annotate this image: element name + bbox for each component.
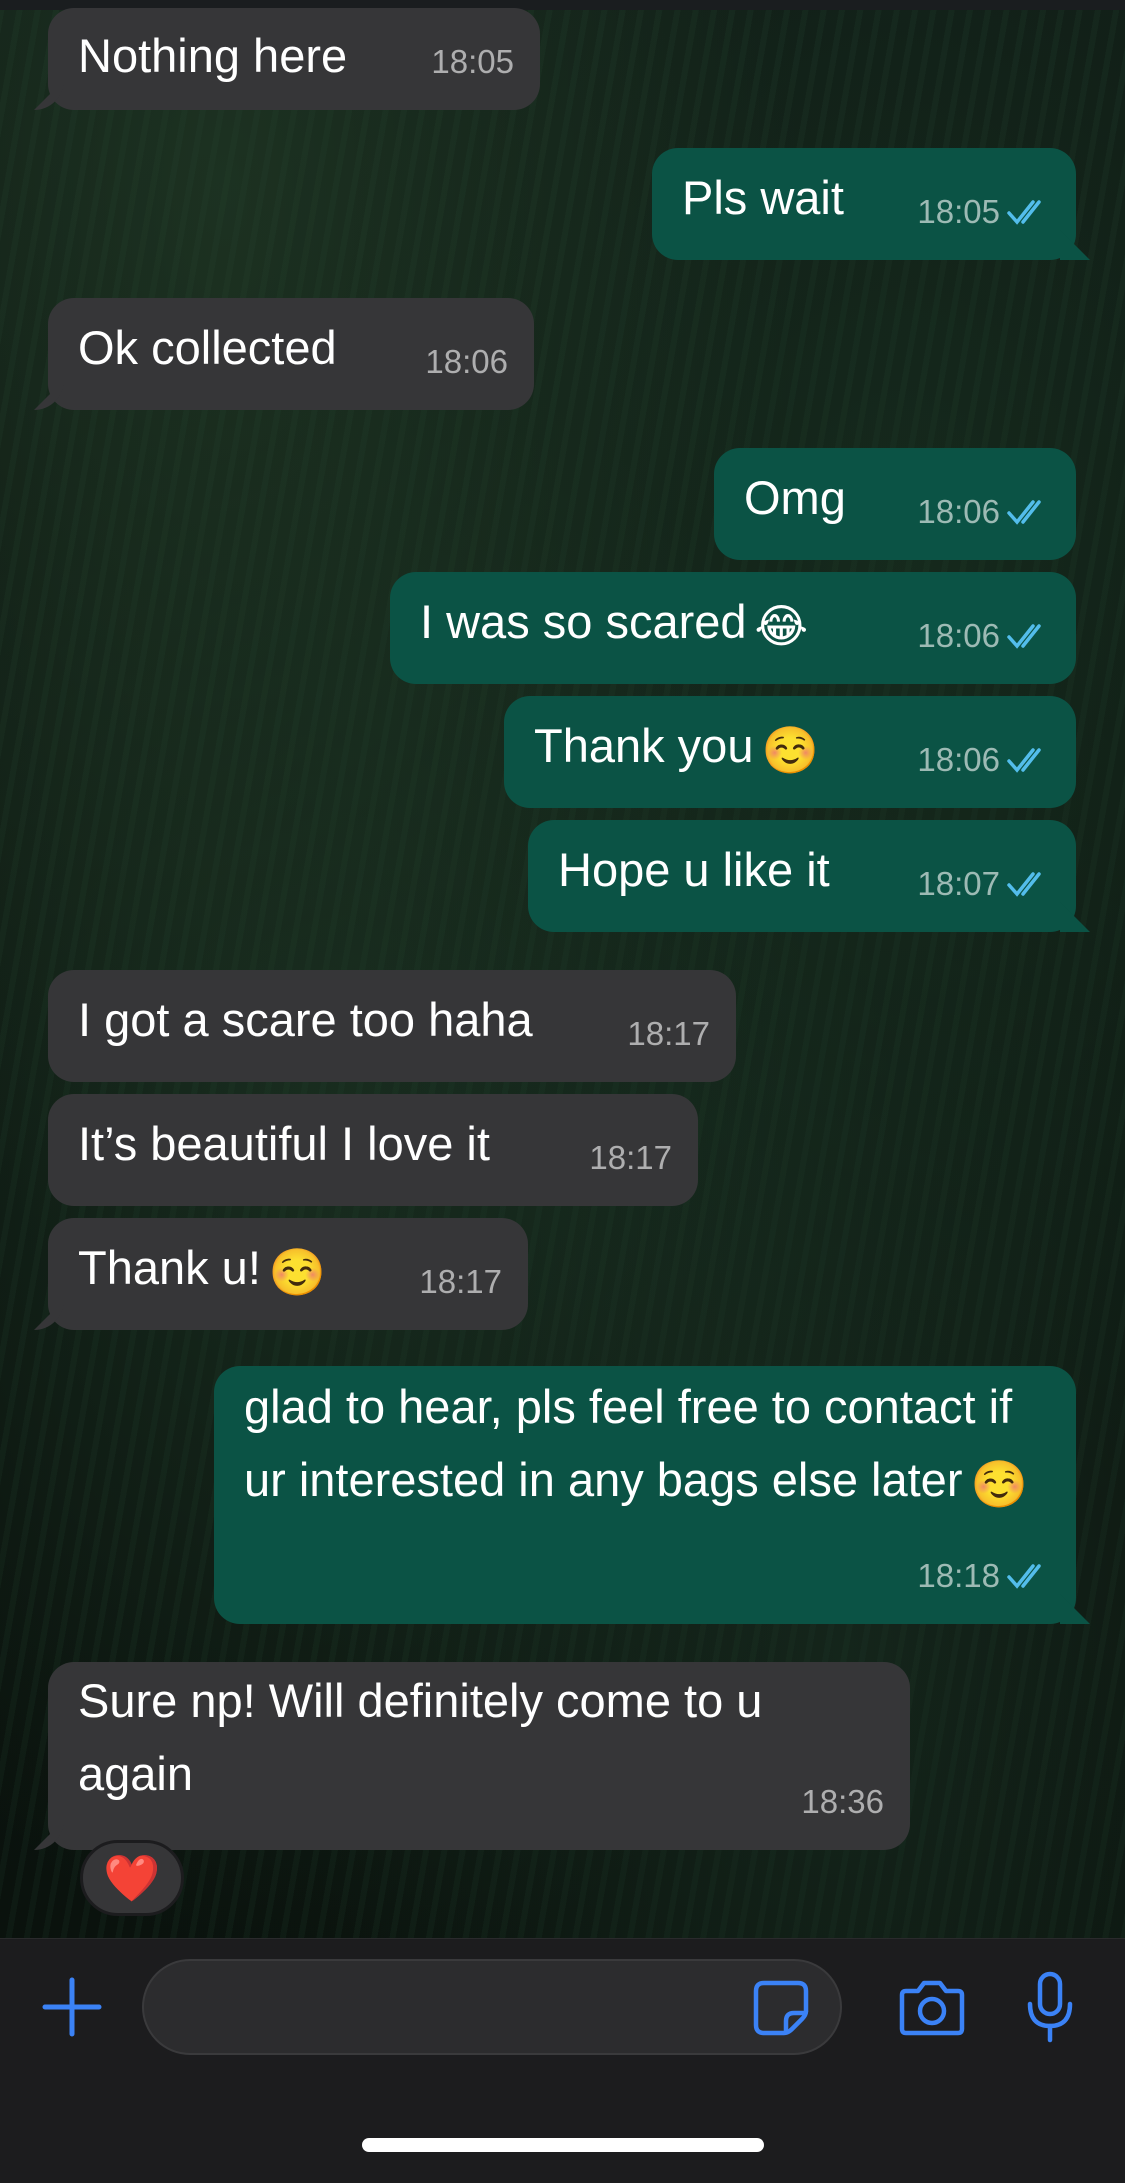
message-time: 18:18: [917, 1540, 1052, 1612]
plus-icon: [42, 1977, 102, 2037]
attach-button[interactable]: [36, 1969, 108, 2045]
microphone-button[interactable]: [1014, 1965, 1086, 2049]
sticker-button[interactable]: [746, 1975, 816, 2041]
message-time: 18:06: [917, 600, 1052, 672]
camera-button[interactable]: [896, 1969, 968, 2045]
message-outgoing[interactable]: glad to hear, pls feel free to contact i…: [214, 1366, 1076, 1624]
message-input[interactable]: [142, 1959, 842, 2055]
message-time: 18:36: [801, 1783, 884, 1820]
message-outgoing[interactable]: Omg 18:06: [714, 448, 1076, 560]
message-time: 18:06: [917, 476, 1052, 548]
read-ticks-icon: [1007, 500, 1041, 525]
laughing-emoji-icon: 😂: [754, 600, 809, 652]
message-text: Sure np! Will definitely come to u again: [78, 1674, 763, 1800]
message-incoming[interactable]: I got a scare too haha 18:17: [48, 970, 736, 1082]
microphone-icon: [1027, 1971, 1073, 2043]
message-incoming[interactable]: Ok collected 18:06: [48, 298, 534, 410]
message-outgoing[interactable]: Hope u like it 18:07: [528, 820, 1076, 932]
home-indicator[interactable]: [362, 2138, 764, 2152]
message-incoming[interactable]: Thank u! ☺️ 18:17: [48, 1218, 528, 1330]
message-incoming[interactable]: It’s beautiful I love it 18:17: [48, 1094, 698, 1206]
message-incoming[interactable]: Sure np! Will definitely come to u again…: [48, 1662, 910, 1850]
read-ticks-icon: [1007, 1564, 1041, 1589]
message-time: 18:17: [627, 1015, 710, 1052]
smiling-emoji-icon: ☺️: [970, 1458, 1028, 1510]
message-time: 18:06: [917, 724, 1052, 796]
message-outgoing[interactable]: Thank you ☺️ 18:06: [504, 696, 1076, 808]
message-time: 18:06: [425, 343, 508, 380]
message-time: 18:05: [917, 176, 1052, 248]
message-time: 18:17: [589, 1139, 672, 1176]
smiling-emoji-icon: ☺️: [268, 1246, 327, 1298]
sticker-icon: [753, 1980, 809, 2036]
message-text: glad to hear, pls feel free to contact i…: [244, 1380, 1028, 1510]
message-outgoing[interactable]: Pls wait 18:05: [652, 148, 1076, 260]
read-ticks-icon: [1007, 200, 1041, 225]
message-text: I got a scare too haha: [78, 993, 533, 1046]
heart-icon: ❤️: [103, 1851, 161, 1904]
message-incoming[interactable]: Nothing here 18:05: [48, 8, 540, 110]
message-outgoing[interactable]: I was so scared 😂 18:06: [390, 572, 1076, 684]
heart-reaction[interactable]: ❤️: [80, 1840, 184, 1916]
message-time: 18:07: [917, 848, 1052, 920]
read-ticks-icon: [1007, 872, 1041, 897]
chat-wallpaper: [0, 0, 1125, 1938]
smiling-emoji-icon: ☺️: [761, 724, 819, 776]
message-time: 18:05: [431, 43, 514, 80]
camera-icon: [899, 1980, 965, 2036]
message-time: 18:17: [419, 1263, 502, 1300]
read-ticks-icon: [1007, 624, 1041, 649]
read-ticks-icon: [1007, 748, 1041, 773]
message-text: It’s beautiful I love it: [78, 1117, 490, 1170]
